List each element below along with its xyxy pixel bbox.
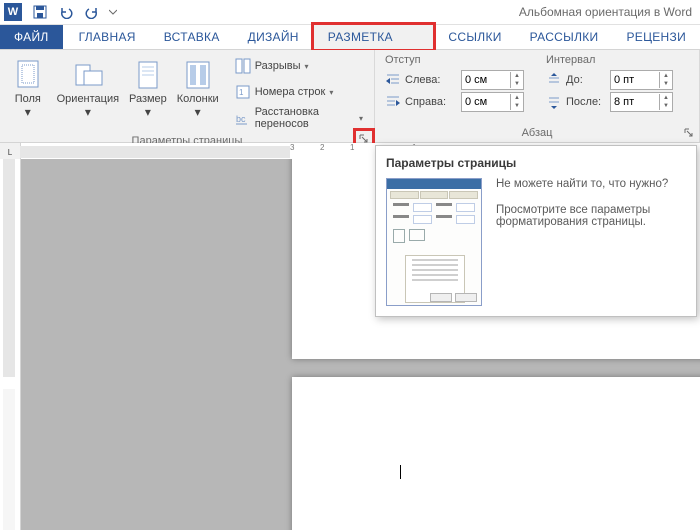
spin-up-icon: ▲ xyxy=(511,72,523,80)
spacing-label: Интервал xyxy=(546,54,673,66)
columns-button[interactable]: Колонки ▾ xyxy=(174,54,222,130)
spacing-after-input[interactable]: ▲▼ xyxy=(610,92,673,112)
undo-button[interactable] xyxy=(54,1,78,23)
orientation-icon xyxy=(72,59,104,91)
tab-file[interactable]: ФАЙЛ xyxy=(0,25,63,49)
tab-home[interactable]: ГЛАВНАЯ xyxy=(65,25,150,49)
indent-right-icon xyxy=(385,94,401,110)
tab-page-layout[interactable]: РАЗМЕТКА СТРАНИЦЫ xyxy=(313,24,435,50)
indent-left-icon xyxy=(385,72,401,88)
breaks-button[interactable]: Разрывы▾ xyxy=(230,54,368,78)
columns-icon xyxy=(182,59,214,91)
page-2[interactable] xyxy=(292,377,700,530)
word-logo-icon: W xyxy=(4,3,22,21)
paragraph-launcher[interactable] xyxy=(681,125,697,141)
line-numbers-button[interactable]: 1 Номера строк▾ xyxy=(230,80,368,104)
ribbon-tabs: ФАЙЛ ГЛАВНАЯ ВСТАВКА ДИЗАЙН РАЗМЕТКА СТР… xyxy=(0,25,700,50)
margins-button[interactable]: Поля ▾ xyxy=(4,54,52,130)
tooltip-text: Не можете найти то, что нужно? Просмотри… xyxy=(496,178,686,306)
orientation-button[interactable]: Ориентация ▾ xyxy=(54,54,122,130)
chevron-down-icon: ▾ xyxy=(195,105,201,119)
indent-label: Отступ xyxy=(385,54,524,66)
chevron-down-icon: ▾ xyxy=(25,105,31,119)
group-page-setup: Поля ▾ Ориентация ▾ Размер ▾ Колонки ▾ xyxy=(0,50,375,142)
tooltip-thumbnail xyxy=(386,178,482,306)
hyphenation-button[interactable]: bc Расстановка переносов▾ xyxy=(230,106,368,130)
spacing-after-icon xyxy=(546,94,562,110)
line-numbers-icon: 1 xyxy=(235,84,251,100)
svg-text:bc: bc xyxy=(236,114,246,124)
chevron-down-icon: ▾ xyxy=(85,105,91,119)
ribbon: Поля ▾ Ориентация ▾ Размер ▾ Колонки ▾ xyxy=(0,50,700,143)
tab-review[interactable]: РЕЦЕНЗИ xyxy=(612,25,700,49)
ruler-vertical[interactable] xyxy=(0,159,21,530)
spin-down-icon: ▼ xyxy=(511,80,523,88)
group-label-paragraph: Абзац xyxy=(375,126,699,142)
tab-references[interactable]: ССЫЛКИ xyxy=(434,25,515,49)
margins-icon xyxy=(12,59,44,91)
qat-customize-button[interactable] xyxy=(106,1,120,23)
window-title: Альбомная ориентация в Word xyxy=(120,5,696,19)
tab-design[interactable]: ДИЗАЙН xyxy=(234,25,313,49)
chevron-down-icon: ▾ xyxy=(145,105,151,119)
spacing-before-input[interactable]: ▲▼ xyxy=(610,70,673,90)
spacing-before-icon xyxy=(546,72,562,88)
indent-right-input[interactable]: ▲▼ xyxy=(461,92,524,112)
tab-insert[interactable]: ВСТАВКА xyxy=(150,25,234,49)
page-setup-tooltip: Параметры страницы Не можете найти то, ч… xyxy=(375,145,697,317)
size-icon xyxy=(132,59,164,91)
text-cursor xyxy=(400,465,401,479)
tooltip-title: Параметры страницы xyxy=(386,156,686,170)
quick-access-toolbar xyxy=(28,1,120,23)
redo-button[interactable] xyxy=(80,1,104,23)
group-paragraph: Отступ Слева: ▲▼ Справа: ▲▼ Интервал До: xyxy=(375,50,700,142)
size-button[interactable]: Размер ▾ xyxy=(124,54,172,130)
svg-text:1: 1 xyxy=(239,88,244,97)
title-bar: W Альбомная ориентация в Word xyxy=(0,0,700,25)
tab-mailings[interactable]: РАССЫЛКИ xyxy=(516,25,613,49)
indent-left-input[interactable]: ▲▼ xyxy=(461,70,524,90)
hyphenation-icon: bc xyxy=(235,110,251,126)
breaks-icon xyxy=(235,58,251,74)
save-button[interactable] xyxy=(28,1,52,23)
